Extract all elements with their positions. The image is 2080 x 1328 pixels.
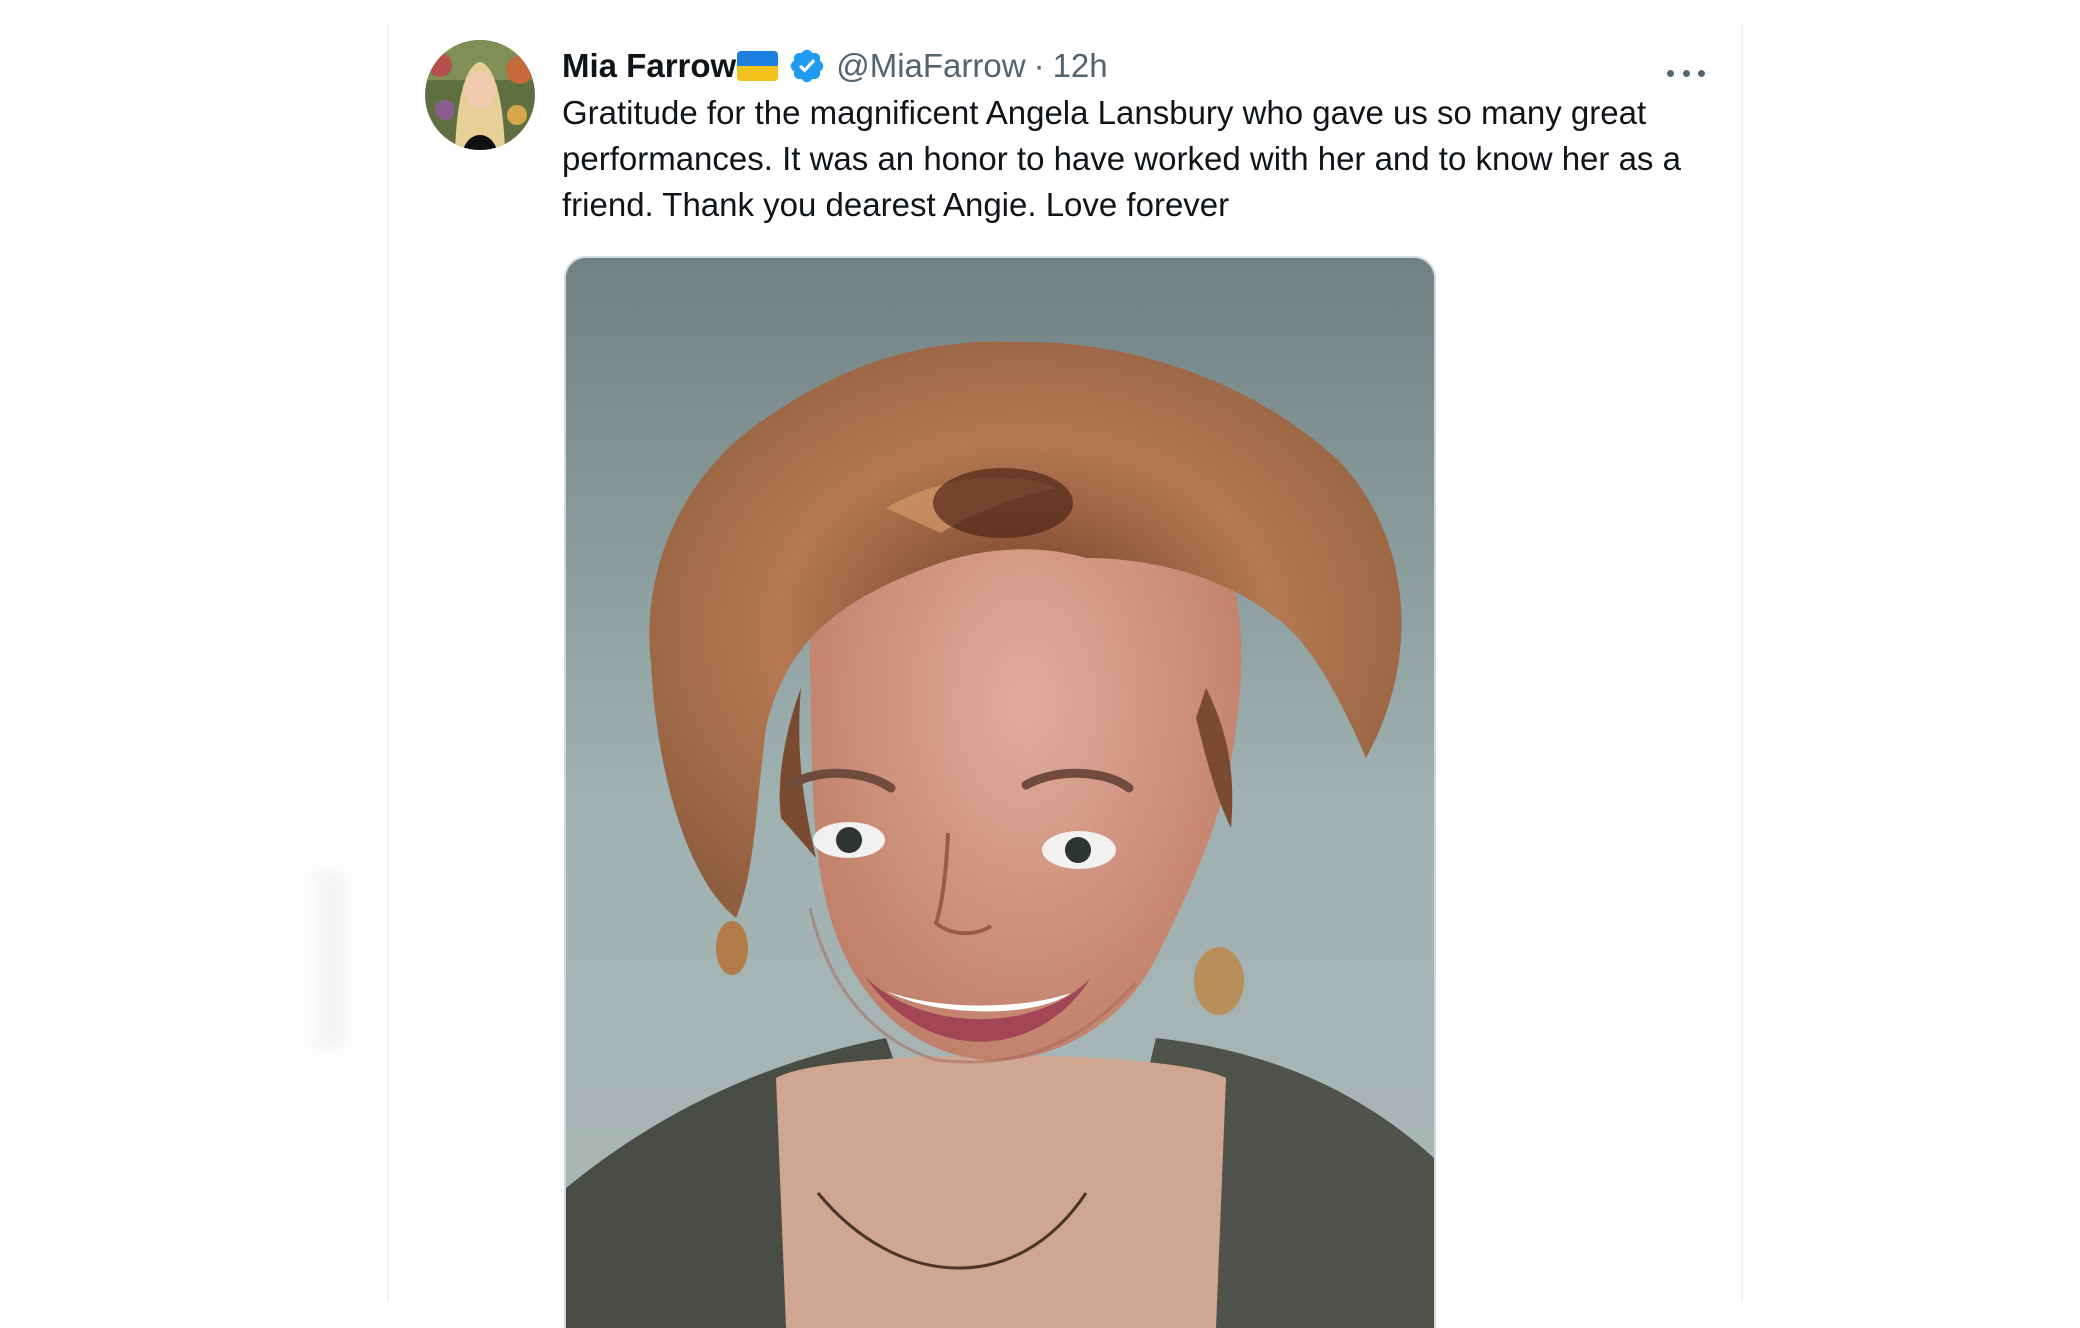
verified-badge-icon [790,49,824,83]
user-handle[interactable]: @MiaFarrow [836,47,1025,85]
display-name[interactable]: Mia Farrow [562,47,736,85]
tweet-text: Gratitude for the magnificent Angela Lan… [562,94,1681,223]
timestamp[interactable]: 12h [1053,47,1108,85]
separator-dot: · [1033,47,1045,84]
background-shadow [300,870,360,1050]
avatar[interactable] [425,40,535,150]
ukraine-flag-icon [737,51,779,81]
tweet-header: Mia Farrow @MiaFarrow · 12h [562,42,1108,90]
more-options-icon[interactable] [1667,58,1705,88]
tweet-image[interactable] [564,256,1436,1328]
tweet-card[interactable]: Mia Farrow @MiaFarrow · 12h Gratitude fo… [387,24,1743,1328]
